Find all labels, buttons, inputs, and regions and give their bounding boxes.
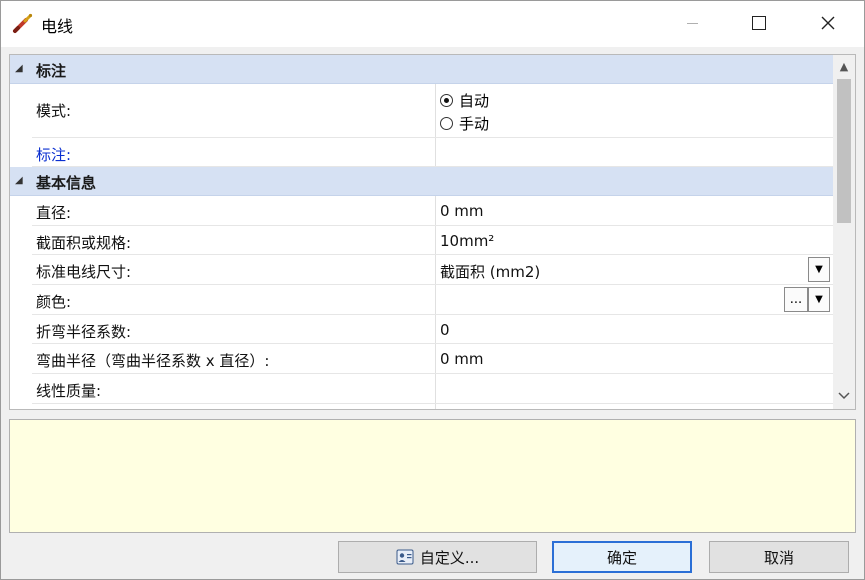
column-divider [435, 344, 436, 373]
radio-manual[interactable]: 手动 [440, 113, 489, 134]
property-label: 模式: [36, 102, 72, 120]
maximize-button[interactable] [726, 1, 792, 45]
radio-label: 自动 [459, 92, 490, 110]
minimize-button[interactable] [659, 1, 725, 45]
custom-button-label: 自定义... [419, 548, 480, 567]
category-annotation[interactable]: ◢ 标注 [10, 55, 833, 84]
property-value[interactable]: 10mm² [440, 232, 494, 250]
close-button[interactable] [795, 1, 861, 45]
wire-icon [13, 13, 33, 33]
radio-label: 手动 [459, 115, 490, 133]
radio-checked-icon[interactable] [440, 94, 453, 107]
property-label: 折弯半径系数: [36, 323, 132, 341]
property-row-standard-size[interactable]: 标准电线尺寸: 截面积 (mm2) ▼ [32, 255, 833, 285]
vertical-scrollbar[interactable]: ▲ [833, 55, 855, 409]
dropdown-button[interactable]: ▼ [808, 287, 830, 312]
property-label: 线性质量: [36, 382, 102, 400]
property-row-bend-radius[interactable]: 弯曲半径（弯曲半径系数 x 直径）: 0 mm [32, 344, 833, 374]
category-label: 标注 [36, 62, 67, 80]
property-row-color[interactable]: 颜色: ... ▼ [32, 285, 833, 315]
dropdown-button[interactable]: ▼ [808, 257, 830, 282]
column-divider [435, 226, 436, 254]
cancel-button-label: 取消 [763, 548, 794, 567]
category-basic-info[interactable]: ◢ 基本信息 [10, 167, 833, 196]
column-divider [435, 84, 436, 137]
ok-button-label: 确定 [606, 548, 637, 567]
property-value[interactable]: 截面积 (mm2) [440, 261, 540, 282]
property-row-bend-factor[interactable]: 折弯半径系数: 0 [32, 315, 833, 344]
scroll-down-icon[interactable] [833, 385, 855, 407]
property-label: 标准电线尺寸: [36, 263, 132, 281]
property-value[interactable]: 0 mm [440, 350, 484, 368]
column-divider [435, 285, 436, 314]
category-label: 基本信息 [36, 174, 97, 192]
ok-button[interactable]: 确定 [552, 541, 692, 573]
window-title: 电线 [41, 17, 74, 36]
property-grid: ◢ 标注 模式: 自动 手动 标注: ◢ 基本信息 直径: 0 mm 截面积或规… [9, 54, 856, 410]
column-divider [435, 255, 436, 284]
column-divider [435, 138, 436, 166]
radio-auto[interactable]: 自动 [440, 90, 489, 111]
maximize-icon [752, 16, 766, 30]
property-value[interactable]: 0 mm [440, 202, 484, 220]
property-row-diameter[interactable]: 直径: 0 mm [32, 196, 833, 226]
column-divider [435, 404, 436, 409]
property-label: 弯曲半径（弯曲半径系数 x 直径）: [36, 352, 270, 370]
property-label: 标注: [36, 146, 72, 164]
color-picker-button[interactable]: ... [784, 287, 808, 312]
property-row-linear-mass[interactable]: 线性质量: [32, 374, 833, 404]
close-icon [821, 16, 835, 30]
property-value[interactable]: 0 [440, 321, 450, 339]
column-divider [435, 196, 436, 225]
collapse-triangle-icon[interactable]: ◢ [15, 63, 23, 74]
chevron-down-icon: ▼ [815, 294, 823, 305]
column-divider [435, 374, 436, 403]
property-row-cross-section[interactable]: 截面积或规格: 10mm² [32, 226, 833, 255]
property-label: 截面积或规格: [36, 234, 132, 252]
collapse-triangle-icon[interactable]: ◢ [15, 175, 23, 186]
scrollbar-thumb[interactable] [837, 79, 851, 223]
property-row-annotation[interactable]: 标注: [32, 138, 833, 167]
contact-card-icon [396, 549, 414, 565]
radio-unchecked-icon[interactable] [440, 117, 453, 130]
ellipsis-icon: ... [789, 292, 803, 307]
property-row-mode[interactable]: 模式: 自动 手动 [32, 84, 833, 138]
custom-button[interactable]: 自定义... [338, 541, 537, 573]
dialog-window: 电线 ◢ 标注 模式: 自动 手动 标注: ◢ 基本信息 直径: 0 mm 截面… [0, 0, 865, 580]
column-divider [435, 315, 436, 343]
scroll-up-icon[interactable]: ▲ [833, 55, 855, 77]
title-bar: 电线 [1, 1, 864, 47]
property-row-partial [32, 404, 833, 409]
property-label: 颜色: [36, 293, 72, 311]
minimize-icon [686, 22, 698, 24]
property-label: 直径: [36, 204, 72, 222]
chevron-down-icon: ▼ [815, 264, 823, 275]
cancel-button[interactable]: 取消 [709, 541, 849, 573]
description-panel [9, 419, 856, 533]
